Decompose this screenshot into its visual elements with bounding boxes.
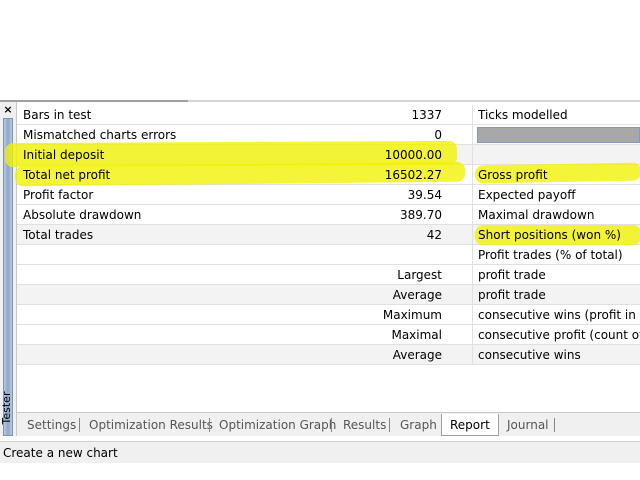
tab-journal[interactable]: Journal [507, 415, 549, 435]
tab-divider [79, 418, 80, 432]
table-row: Largest profit trade [17, 265, 640, 285]
column-divider [472, 205, 473, 225]
row-right-label: Maximal drawdown [478, 208, 595, 222]
chart-area [0, 0, 640, 100]
table-row: Total net profit 16502.27 Gross profit [14, 161, 640, 187]
table-row: Total trades 42 Short positions (won %) [17, 225, 640, 245]
table-row: Maximum consecutive wins (profit in mone… [17, 305, 640, 325]
column-divider [472, 105, 473, 125]
column-divider [472, 285, 473, 305]
tab-divider [389, 418, 390, 432]
table-row: Absolute drawdown 389.70 Maximal drawdow… [17, 205, 640, 225]
row-label [23, 285, 273, 305]
row-right-label: Ticks modelled [478, 108, 568, 122]
row-label: Initial deposit [23, 148, 105, 162]
row-value: Average [392, 288, 442, 302]
row-label: Profit factor [23, 188, 94, 202]
row-value: Average [392, 348, 442, 362]
modelling-quality-bar [477, 127, 640, 143]
tab-settings[interactable]: Settings [27, 415, 76, 435]
tab-graph[interactable]: Graph [400, 415, 437, 435]
tab-divider [554, 418, 555, 432]
row-label: Total net profit [23, 168, 111, 182]
panel-splitter[interactable] [0, 100, 188, 102]
tab-divider [331, 418, 332, 432]
table-row: Bars in test 1337 Ticks modelled [17, 105, 640, 125]
bottom-area [0, 463, 640, 480]
row-label: Bars in test [23, 108, 92, 122]
row-right-label: consecutive wins [478, 348, 581, 362]
table-row: Maximal consecutive profit (count of win… [17, 325, 640, 345]
column-divider [472, 125, 473, 145]
row-value: 1337 [411, 108, 442, 122]
table-row: Profit factor 39.54 Expected payoff [17, 185, 640, 205]
row-value: 42 [426, 228, 442, 242]
column-divider [472, 145, 473, 165]
column-divider [472, 265, 473, 285]
row-value: Maximal [391, 328, 442, 342]
column-divider [472, 345, 473, 365]
column-divider [472, 245, 473, 265]
column-divider [472, 225, 473, 245]
row-label [23, 245, 273, 265]
close-icon[interactable]: × [2, 104, 14, 116]
report-table: Bars in test 1337 Ticks modelled Mismatc… [4, 105, 640, 365]
table-row: Average consecutive wins [17, 345, 640, 365]
row-label [23, 305, 273, 325]
tab-report[interactable]: Report [441, 414, 499, 436]
status-bar: Create a new chart [0, 441, 640, 463]
row-label: Total trades [23, 228, 94, 242]
panel-splitter-right[interactable] [188, 100, 640, 102]
row-right-label: Profit trades (% of total) [478, 248, 623, 262]
row-right-label: consecutive wins (profit in money) [478, 308, 640, 322]
tab-results[interactable]: Results [343, 415, 386, 435]
row-right-label: Expected payoff [478, 188, 576, 202]
row-value: 389.70 [400, 208, 442, 222]
tab-optimization-graph[interactable]: Optimization Graph [219, 415, 336, 435]
tester-label: Tester [0, 391, 13, 425]
row-value: 39.54 [407, 188, 442, 202]
table-row: Initial deposit 10000.00 [4, 140, 640, 168]
row-label [23, 325, 273, 345]
row-label [23, 265, 273, 285]
row-value: Largest [397, 268, 442, 282]
column-divider [472, 305, 473, 325]
tab-optimization-results[interactable]: Optimization Results [89, 415, 213, 435]
table-row: Profit trades (% of total) [17, 245, 640, 265]
row-value [277, 245, 442, 265]
row-right-label: Gross profit [478, 168, 548, 182]
row-value: Maximum [382, 308, 442, 322]
row-right-label: Short positions (won %) [478, 228, 621, 242]
row-right-label: profit trade [478, 268, 546, 282]
row-label [23, 345, 273, 365]
column-divider [472, 165, 473, 185]
row-value: 16502.27 [384, 168, 442, 182]
status-text: Create a new chart [3, 446, 118, 460]
column-divider [472, 185, 473, 205]
row-label: Absolute drawdown [23, 208, 142, 222]
column-divider [472, 325, 473, 345]
table-row: Average profit trade [17, 285, 640, 305]
tester-tab-bar: Settings Optimization Results Optimizati… [17, 412, 640, 436]
tab-divider [209, 418, 210, 432]
row-right-label: consecutive profit (count of wins) [478, 328, 640, 342]
row-right-label: profit trade [478, 288, 546, 302]
